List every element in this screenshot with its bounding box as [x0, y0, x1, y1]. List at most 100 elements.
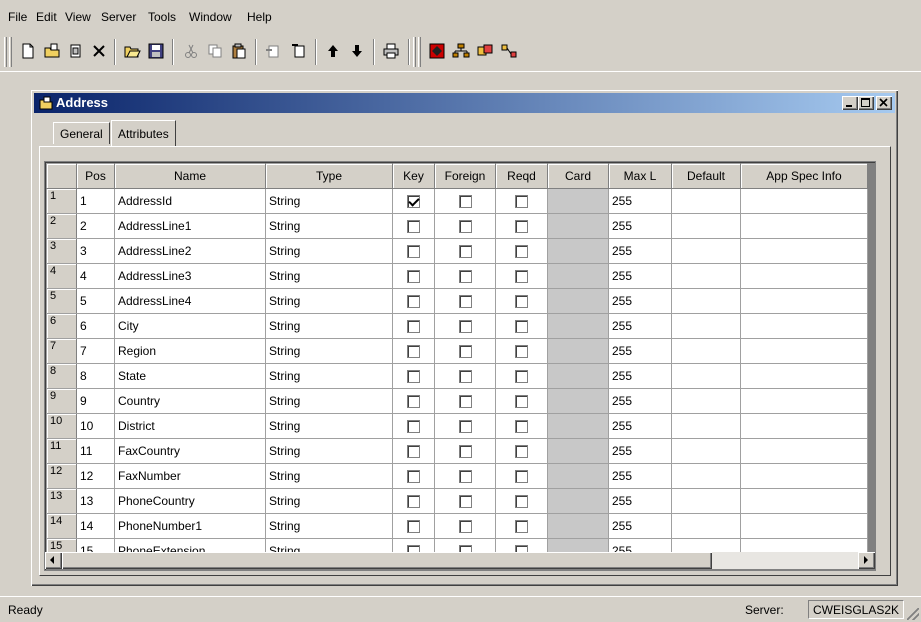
reqd-checkbox[interactable]	[495, 513, 548, 539]
name-cell[interactable]: PhoneCountry	[114, 488, 266, 514]
type-cell[interactable]: String	[265, 413, 393, 439]
default-cell[interactable]	[671, 513, 741, 539]
row-header[interactable]: 2	[46, 213, 77, 239]
reqd-checkbox[interactable]	[495, 263, 548, 289]
checkbox[interactable]	[458, 495, 472, 509]
foreign-checkbox[interactable]	[434, 388, 496, 414]
type-cell[interactable]: String	[265, 363, 393, 389]
reqd-checkbox[interactable]	[495, 463, 548, 489]
column-header-foreign[interactable]: Foreign	[434, 163, 496, 189]
checkbox[interactable]	[407, 470, 420, 484]
row-header[interactable]: 4	[46, 263, 77, 289]
toolbar-grip[interactable]	[418, 37, 421, 67]
table-row[interactable]: 2 2 AddressLine1 String 255	[46, 213, 868, 239]
card-cell[interactable]	[547, 288, 609, 314]
app-spec-info-cell[interactable]	[740, 488, 868, 514]
checkbox[interactable]	[458, 320, 472, 334]
table-row[interactable]: 9 9 Country String 255	[46, 388, 868, 414]
default-cell[interactable]	[671, 363, 741, 389]
name-cell[interactable]: Region	[114, 338, 266, 364]
card-cell[interactable]	[547, 413, 609, 439]
foreign-checkbox[interactable]	[434, 363, 496, 389]
foreign-checkbox[interactable]	[434, 438, 496, 464]
checkbox[interactable]	[407, 295, 420, 309]
checkbox[interactable]	[515, 420, 528, 434]
type-cell[interactable]: String	[265, 288, 393, 314]
checkbox[interactable]	[407, 395, 420, 409]
move-down-icon[interactable]	[346, 40, 368, 62]
reqd-checkbox[interactable]	[495, 388, 548, 414]
card-cell[interactable]	[547, 188, 609, 214]
checkbox[interactable]	[515, 295, 528, 309]
default-cell[interactable]	[671, 463, 741, 489]
type-cell[interactable]: String	[265, 513, 393, 539]
name-cell[interactable]: FaxCountry	[114, 438, 266, 464]
pos-cell[interactable]: 2	[76, 213, 115, 239]
row-header[interactable]: 12	[46, 463, 77, 489]
default-cell[interactable]	[671, 238, 741, 264]
maximize-icon[interactable]	[858, 96, 874, 110]
row-header[interactable]: 11	[46, 438, 77, 464]
cut-icon[interactable]	[180, 40, 202, 62]
key-checkbox[interactable]	[392, 438, 435, 464]
name-cell[interactable]: FaxNumber	[114, 463, 266, 489]
foreign-checkbox[interactable]	[434, 263, 496, 289]
checkbox[interactable]	[515, 495, 528, 509]
card-cell[interactable]	[547, 388, 609, 414]
card-cell[interactable]	[547, 488, 609, 514]
checkbox[interactable]	[515, 270, 528, 284]
max-length-cell[interactable]: 255	[608, 213, 672, 239]
app-spec-info-cell[interactable]	[740, 288, 868, 314]
max-length-cell[interactable]: 255	[608, 313, 672, 339]
name-cell[interactable]: AddressLine3	[114, 263, 266, 289]
pos-cell[interactable]: 12	[76, 463, 115, 489]
key-checkbox[interactable]	[392, 238, 435, 264]
vertical-scroll-thumb[interactable]	[875, 179, 876, 389]
app-spec-info-cell[interactable]	[740, 388, 868, 414]
scroll-right-button[interactable]	[858, 552, 875, 569]
checkbox[interactable]	[458, 345, 472, 359]
foreign-checkbox[interactable]	[434, 338, 496, 364]
key-checkbox[interactable]	[392, 213, 435, 239]
reqd-checkbox[interactable]	[495, 413, 548, 439]
max-length-cell[interactable]: 255	[608, 388, 672, 414]
checkbox[interactable]	[407, 220, 420, 234]
insert-after-icon[interactable]	[288, 40, 310, 62]
type-cell[interactable]: String	[265, 313, 393, 339]
type-cell[interactable]: String	[265, 188, 393, 214]
name-cell[interactable]: District	[114, 413, 266, 439]
pos-cell[interactable]: 1	[76, 188, 115, 214]
open-icon[interactable]	[121, 40, 143, 62]
foreign-checkbox[interactable]	[434, 488, 496, 514]
name-cell[interactable]: AddressLine1	[114, 213, 266, 239]
name-cell[interactable]: Country	[114, 388, 266, 414]
tab-general[interactable]: General	[53, 122, 110, 144]
checkbox[interactable]	[407, 445, 420, 459]
key-checkbox[interactable]	[392, 513, 435, 539]
checkbox[interactable]	[407, 345, 420, 359]
toolbar-grip[interactable]	[4, 37, 7, 67]
checkbox[interactable]	[407, 245, 420, 259]
checkbox[interactable]	[458, 470, 472, 484]
column-header-default[interactable]: Default	[671, 163, 741, 189]
app-spec-info-cell[interactable]	[740, 513, 868, 539]
scroll-left-button[interactable]	[45, 552, 62, 569]
key-checkbox[interactable]	[392, 188, 435, 214]
table-row[interactable]: 11 11 FaxCountry String 255	[46, 438, 868, 464]
type-cell[interactable]: String	[265, 263, 393, 289]
reqd-checkbox[interactable]	[495, 238, 548, 264]
checkbox[interactable]	[458, 195, 472, 209]
app-spec-info-cell[interactable]	[740, 238, 868, 264]
table-row[interactable]: 12 12 FaxNumber String 255	[46, 463, 868, 489]
row-header[interactable]: 6	[46, 313, 77, 339]
pos-cell[interactable]: 7	[76, 338, 115, 364]
foreign-checkbox[interactable]	[434, 313, 496, 339]
column-header-key[interactable]: Key	[392, 163, 435, 189]
default-cell[interactable]	[671, 413, 741, 439]
pos-cell[interactable]: 11	[76, 438, 115, 464]
row-header[interactable]: 3	[46, 238, 77, 264]
default-cell[interactable]	[671, 338, 741, 364]
reqd-checkbox[interactable]	[495, 488, 548, 514]
foreign-checkbox[interactable]	[434, 188, 496, 214]
reqd-checkbox[interactable]	[495, 288, 548, 314]
